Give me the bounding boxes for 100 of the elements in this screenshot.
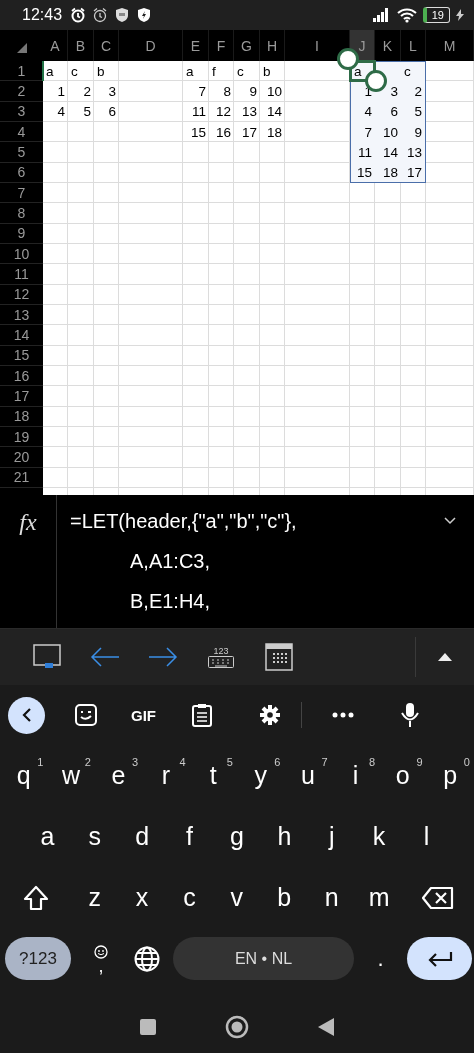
formula-line: =LET(header,{"a","b","c"}, xyxy=(70,509,297,534)
function-icon[interactable]: fx xyxy=(19,509,37,537)
row-header[interactable]: 9 xyxy=(0,223,43,244)
microphone-icon[interactable] xyxy=(401,702,419,728)
back-button[interactable] xyxy=(8,696,45,734)
table-cell-text: 15 xyxy=(189,123,207,142)
row-header[interactable]: 4 xyxy=(0,122,43,143)
table-cell: 7 xyxy=(350,122,375,143)
keyboard-key[interactable]: h xyxy=(260,810,309,863)
row-header[interactable]: 18 xyxy=(0,406,43,427)
row-header[interactable]: 21 xyxy=(0,467,43,488)
row-header[interactable]: 17 xyxy=(0,386,43,407)
column-header[interactable]: A xyxy=(43,30,68,61)
period-key[interactable]: . xyxy=(354,932,407,985)
charging-bolt-icon xyxy=(456,9,464,21)
settings-icon[interactable] xyxy=(259,704,281,726)
keyboard-key[interactable]: v xyxy=(213,871,261,924)
keyboard-key[interactable]: n xyxy=(307,871,356,924)
table-cell-text: b xyxy=(262,62,272,81)
monitor-icon[interactable] xyxy=(33,644,61,670)
row-header[interactable]: 12 xyxy=(0,284,43,305)
space-bar[interactable]: EN • NL xyxy=(173,937,354,980)
table-cell: c xyxy=(401,61,426,82)
table-cell-text: 7 xyxy=(197,83,207,101)
keyboard-key[interactable]: z xyxy=(71,871,119,924)
row-header[interactable]: 14 xyxy=(0,325,43,346)
row-header[interactable]: 2 xyxy=(0,81,43,102)
column-header[interactable]: C xyxy=(94,30,119,61)
row-header[interactable]: 11 xyxy=(0,264,43,285)
keyboard-key[interactable]: s xyxy=(71,810,119,863)
row-header[interactable]: 7 xyxy=(0,182,43,204)
row-header[interactable]: 6 xyxy=(0,162,43,183)
row-header[interactable]: 3 xyxy=(0,101,43,122)
column-header[interactable]: F xyxy=(209,30,234,61)
row-header[interactable]: 8 xyxy=(0,203,43,224)
keyboard-key[interactable]: e 3 xyxy=(94,749,143,802)
row-header[interactable]: 10 xyxy=(0,243,43,265)
column-header[interactable]: G xyxy=(234,30,260,61)
row-header[interactable]: 16 xyxy=(0,365,43,387)
shield-icon xyxy=(114,7,131,23)
keypad-icon[interactable] xyxy=(208,655,234,668)
table-cell-text: 18 xyxy=(265,123,283,142)
sticker-icon[interactable] xyxy=(75,704,97,726)
square-icon[interactable] xyxy=(139,1018,156,1035)
keyboard-key[interactable]: u 7 xyxy=(284,749,332,802)
keyboard-key[interactable]: j xyxy=(308,810,356,863)
keyboard-key[interactable]: f xyxy=(165,810,214,863)
table-cell: 5 xyxy=(401,101,426,122)
row-header[interactable]: 19 xyxy=(0,426,43,448)
table-cell-text: 14 xyxy=(265,103,283,122)
keyboard-key[interactable]: l xyxy=(402,810,451,863)
table-cell-text: 8 xyxy=(222,83,232,101)
table-cell: 4 xyxy=(350,101,375,122)
enter-icon xyxy=(426,950,453,967)
keyboard-key[interactable]: c xyxy=(165,871,214,924)
enter-key[interactable] xyxy=(407,937,472,980)
row-header[interactable]: 13 xyxy=(0,304,43,326)
formula-field[interactable]: =LET(header,{"a","b","c"}, A,A1:C3, B,E1:H4, xyxy=(57,495,444,628)
keyboard-key[interactable]: p 0 xyxy=(426,749,474,802)
row-header[interactable]: 5 xyxy=(0,142,43,163)
table-cell-text: b xyxy=(96,62,106,81)
clipboard-icon[interactable] xyxy=(192,703,212,727)
calendar-icon[interactable] xyxy=(265,643,293,671)
keyboard-key[interactable]: r 4 xyxy=(142,749,190,802)
table-cell-text: c xyxy=(236,62,245,81)
row-header[interactable]: 1 xyxy=(0,61,43,82)
back-triangle-icon[interactable] xyxy=(318,1017,335,1036)
comma-key[interactable]: , xyxy=(81,943,121,974)
home-circle-icon[interactable] xyxy=(225,1014,249,1039)
keyboard-key[interactable]: y 6 xyxy=(236,749,285,802)
column-header[interactable]: B xyxy=(68,30,94,61)
symbols-key[interactable]: ?123 xyxy=(5,937,71,980)
keyboard-key[interactable]: g xyxy=(213,810,261,863)
keyboard-key[interactable]: x xyxy=(118,871,166,924)
left-arrow-icon[interactable] xyxy=(90,647,120,667)
wifi-icon xyxy=(396,7,417,23)
more-icon[interactable] xyxy=(332,712,354,718)
keyboard-key[interactable]: m xyxy=(355,871,403,924)
gif-button[interactable]: GIF xyxy=(131,706,156,724)
keyboard-key[interactable]: q 1 xyxy=(0,749,48,802)
keyboard-key[interactable]: i 8 xyxy=(331,749,380,802)
chevron-down-icon[interactable] xyxy=(444,517,456,525)
alarm-clock-icon xyxy=(92,7,109,23)
table-cell-text: 1 xyxy=(56,83,66,101)
column-header[interactable]: D xyxy=(119,30,183,61)
table-cell: 9 xyxy=(401,122,426,143)
collapse-up-icon[interactable] xyxy=(438,653,452,661)
keyboard-key[interactable]: t 5 xyxy=(189,749,237,802)
column-header[interactable]: H xyxy=(260,30,285,61)
keyboard-key[interactable]: k xyxy=(355,810,403,863)
column-header[interactable]: E xyxy=(183,30,209,61)
keyboard-key[interactable]: d xyxy=(118,810,166,863)
right-arrow-icon[interactable] xyxy=(148,647,178,667)
select-all-icon[interactable] xyxy=(16,43,27,53)
keyboard-key[interactable]: b xyxy=(260,871,308,924)
column-header[interactable]: M xyxy=(426,30,474,61)
keyboard-key[interactable]: o 9 xyxy=(379,749,427,802)
row-header[interactable]: 20 xyxy=(0,447,43,468)
row-header[interactable]: 15 xyxy=(0,345,43,366)
keyboard-key[interactable]: a xyxy=(23,810,72,863)
